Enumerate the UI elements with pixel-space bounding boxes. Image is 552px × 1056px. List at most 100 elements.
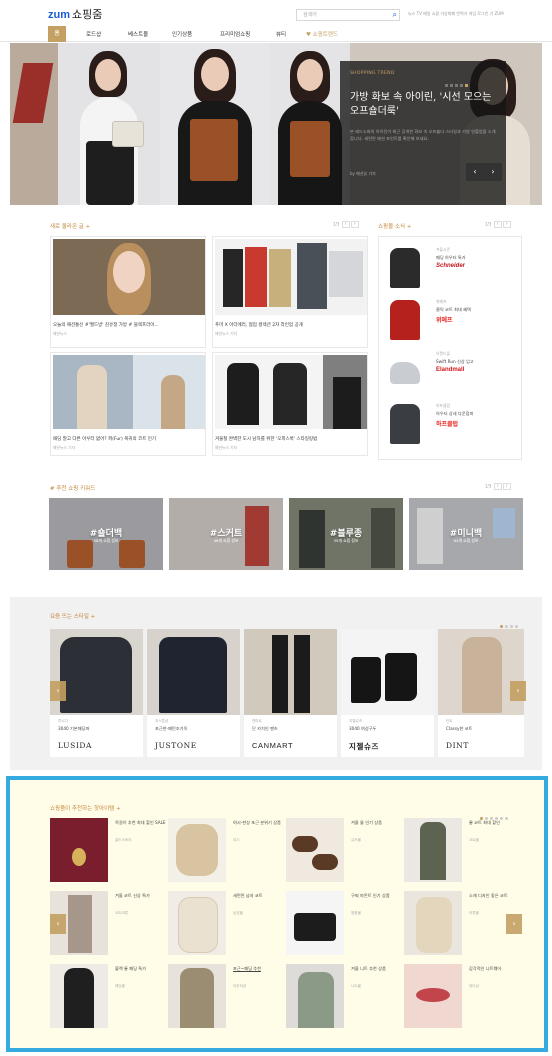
recommend-item[interactable]: 블랙 롱 패딩 특가 패딩몰 (50, 964, 168, 1028)
keyword-card[interactable]: #미니백 64개 쇼핑 정보 (409, 498, 523, 570)
post-thumbnail (215, 355, 367, 429)
trend-card[interactable]: 캔마트 단 카치인 팬츠 CANMART (244, 629, 337, 757)
gisele-shoes-logo: 지젤슈즈 (349, 742, 379, 751)
nav-item-trend[interactable]: ♥ 쇼핑트렌드 (306, 30, 338, 38)
utility-links[interactable]: 뉴스 TV 메일 쇼핑 가상화폐 번역기 게임 로그인 기 ZUM (408, 11, 504, 17)
item-thumbnail (390, 248, 420, 288)
recommend-next-button[interactable]: › (506, 914, 522, 934)
nav-item-premium[interactable]: 프리미엄쇼핑 (220, 30, 250, 38)
recommend-item[interactable]: 여시-판상 포근 분위기 상품 여시 (168, 818, 286, 882)
trend-prev-button[interactable]: ‹ (50, 681, 66, 701)
item-text: Swift Run 신상 입고 (436, 359, 474, 364)
post-card[interactable]: 푸마 X 아더에러, 협업 컬렉션 2차 라인업 공개 패션뉴스 기자 (212, 236, 368, 348)
recommend-item[interactable]: 세련된 남자 코트 남성몰 (168, 891, 286, 955)
item-thumbnail (390, 404, 420, 444)
item-text: 겨울 코트 신상 특가 (115, 893, 150, 898)
recommend-prev-button[interactable]: ‹ (50, 914, 66, 934)
next-arrow-icon[interactable]: › (350, 221, 359, 228)
nav-item-bestmall[interactable]: 베스트몰 (128, 30, 148, 38)
search-input[interactable]: 검색어 ⌕ (296, 9, 400, 21)
item-text: 블랙 롱 패딩 특가 (115, 966, 146, 971)
mall-news-item[interactable]: 위메프 클릭 코트 최대 혜택 위메프 (386, 296, 514, 346)
elandmall-logo: Elandmall (436, 367, 465, 373)
recommend-item[interactable]: 구찌 마몬트 인기 상품 명품몰 (286, 891, 404, 955)
post-title: 패딩 말고 다른 아우터 없어? 퍼(Fur) 복귀의 코트 인기 (53, 437, 157, 442)
post-card[interactable]: 패딩 말고 다른 아우터 없어? 퍼(Fur) 복귀의 코트 인기 패션뉴스 기… (50, 352, 206, 456)
trend-brand: 딘트 (446, 719, 453, 723)
recommend-item[interactable]: 겨울 니트 추천 상품니트몰 (286, 964, 404, 1028)
prev-arrow-icon[interactable]: ‹ (493, 221, 502, 228)
item-text: 아우터 상세 다운점퍼 (436, 411, 474, 416)
trend-card[interactable]: 지젤슈즈 3040 여성구두 지젤슈즈 (341, 629, 434, 757)
item-text: 여시-판상 포근 분위기 상품 (233, 820, 281, 825)
post-card[interactable]: 겨울철 완벽한 도시 남자를 위한 '오피스룩' 스타일링법 패션뉴스 기자 (212, 352, 368, 456)
next-arrow-icon[interactable]: › (502, 483, 511, 490)
item-brand: 니트몰 (351, 984, 361, 988)
post-source: 패션뉴스 기자 (53, 445, 76, 450)
post-source: 패션뉴스 기자 (215, 445, 238, 450)
recommend-item[interactable]: 포근~패딩 추천아우터샵 (168, 964, 286, 1028)
post-thumbnail (53, 239, 205, 315)
hero-photo-3 (270, 43, 350, 205)
next-arrow-icon[interactable]: › (502, 221, 511, 228)
recommend-item[interactable]: 겨울 뮬 인기 상품슈즈몰 (286, 818, 404, 882)
keywords-pager: 1/3 ‹ › (485, 483, 511, 490)
item-thumbnail (286, 964, 344, 1028)
item-thumbnail (168, 964, 226, 1028)
item-text: 겨울 뮬 인기 상품 (351, 820, 382, 825)
nav-item-roadshop[interactable]: 로드샵 (86, 30, 101, 38)
item-thumbnail (50, 964, 108, 1028)
mall-news-title[interactable]: 쇼핑몰 소식 + (378, 222, 411, 230)
prev-arrow-icon[interactable]: ‹ (341, 221, 350, 228)
hero-pagination-dots[interactable] (445, 72, 470, 91)
item-thumbnail (390, 300, 420, 340)
dint-logo: DINT (446, 741, 469, 750)
item-thumbnail (50, 818, 108, 882)
item-brand: 골드스토리 (115, 838, 132, 842)
item-thumbnail (390, 362, 420, 384)
zum-logo[interactable]: zum 쇼핑줌 (48, 6, 102, 22)
recommend-item[interactable]: 목걸이 추천 최대 할인 SALE 골드스토리 (50, 818, 168, 882)
wemakeprice-logo: 위메프 (436, 317, 453, 324)
item-label: 이랜드몰 (436, 351, 450, 356)
item-text: 포근~패딩 추천 (233, 966, 261, 971)
item-brand: 슈즈몰 (351, 838, 361, 842)
recommend-item[interactable]: 겨울 코트 신상 특가 코트의류 (50, 891, 168, 955)
hero-photo-2 (160, 43, 270, 205)
item-label: 겨울시즌 (436, 247, 450, 252)
nav-home-button[interactable]: 홈 (48, 26, 66, 42)
post-card[interactable]: 오늘의 패션통신 #'월드방' 김유정 가방 # 블랙프라이... 패션뉴스 (50, 236, 206, 348)
item-text: 겨울 니트 추천 상품 (351, 966, 386, 971)
item-text: 롱 코트 최대 할인 (469, 820, 500, 825)
prev-arrow-icon[interactable]: ‹ (493, 483, 502, 490)
mall-news-pager: 1/3 ‹ › (485, 221, 511, 228)
hero-title[interactable]: 가방 화보 속 아이린, '시선 모으는 오프숄더룩' (350, 91, 500, 119)
hero-text-box[interactable]: SHOPPING TREND 가방 화보 속 아이린, '시선 모으는 오프숄더… (340, 61, 506, 205)
hero-prev-button[interactable]: ‹ (466, 163, 484, 181)
search-icon[interactable]: ⌕ (393, 10, 397, 20)
item-brand: 명품몰 (351, 911, 361, 915)
hero-banner[interactable]: SHOPPING TREND 가방 화보 속 아이린, '시선 모으는 오프숄더… (10, 43, 542, 205)
nav-item-beauty[interactable]: 뷰티 (276, 30, 286, 38)
mall-news-item[interactable]: 하프클럽 아우터 상세 다운점퍼 하프클럽 (386, 400, 514, 450)
trend-next-button[interactable]: › (510, 681, 526, 701)
trend-name: 포근한-패턴조기옥 (155, 726, 188, 731)
trend-thumbnail (244, 629, 337, 715)
keyword-card[interactable]: #블루종 35개 쇼핑 정보 (289, 498, 403, 570)
mall-news-item[interactable]: 이랜드몰 Swift Run 신상 입고 Elandmall (386, 348, 514, 398)
new-posts-title[interactable]: 새로 올라온 글 + (50, 222, 90, 230)
hero-label: SHOPPING TREND (350, 71, 395, 76)
nav-item-popular[interactable]: 인기상품 (172, 30, 192, 38)
trend-card[interactable]: 저스톤샵 포근한-패턴조기옥 JUSTONE (147, 629, 240, 757)
trend-thumbnail (438, 629, 524, 715)
trend-style-title[interactable]: 요즘 뜨는 스타일 + (50, 612, 95, 620)
item-brand: 아우터샵 (233, 984, 247, 988)
keyword-card[interactable]: #스커트 46개 쇼핑 정보 (169, 498, 283, 570)
recommend-title[interactable]: 쇼핑줌이 추천하는 핫아이템 + (50, 804, 121, 812)
mall-news-item[interactable]: 겨울시즌 패딩 아우터 특가 Schneider (386, 244, 514, 294)
recommend-item[interactable]: 감각적인 니트웨어 뷰티샵 (404, 964, 522, 1028)
keyword-card[interactable]: #숄더백 58개 쇼핑 정보 (49, 498, 163, 570)
recommend-item[interactable]: 롱 코트 최대 할인 코트몰 (404, 818, 522, 882)
hero-next-button[interactable]: › (484, 163, 502, 181)
recommend-item[interactable]: 소재 디자인 좋은 코트 의류몰 (404, 891, 522, 955)
